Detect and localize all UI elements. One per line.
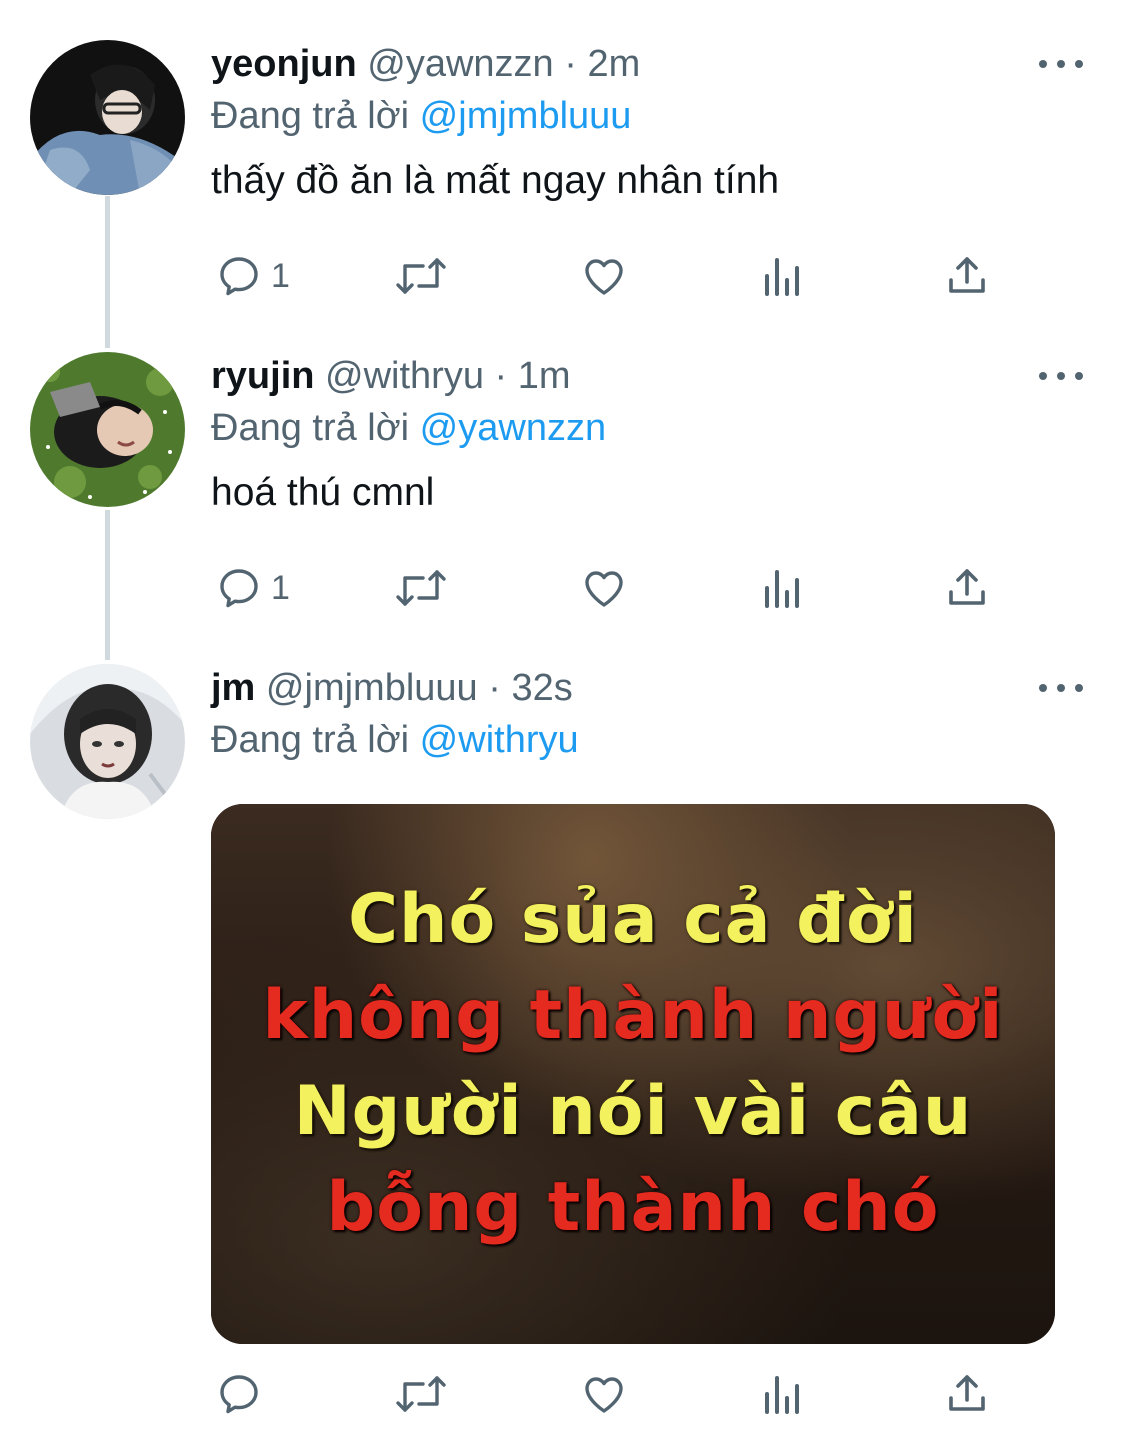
analytics-icon bbox=[765, 570, 799, 608]
avatar[interactable] bbox=[30, 40, 185, 195]
more-icon[interactable] bbox=[1039, 366, 1083, 386]
retweet-icon bbox=[396, 570, 446, 606]
tweet-media-image[interactable]: Chó sủa cả đời không thành người Người n… bbox=[211, 804, 1055, 1344]
like-button[interactable] bbox=[579, 248, 629, 304]
share-button[interactable] bbox=[943, 1366, 991, 1422]
separator: · bbox=[494, 355, 508, 397]
retweet-button[interactable] bbox=[393, 1366, 449, 1422]
tweet-actions bbox=[211, 1366, 1011, 1422]
timestamp[interactable]: 32s bbox=[511, 667, 572, 709]
reply-context: Đang trả lời @withryu bbox=[211, 716, 1055, 764]
reply-button[interactable]: 1 bbox=[215, 248, 290, 304]
comment-icon bbox=[220, 569, 258, 608]
display-name[interactable]: yeonjun bbox=[211, 43, 357, 85]
handle[interactable]: @yawnzzn bbox=[367, 43, 553, 85]
more-icon[interactable] bbox=[1039, 678, 1083, 698]
avatar[interactable] bbox=[30, 664, 185, 819]
comment-icon bbox=[220, 257, 258, 296]
media-caption-line: bỗng thành chó bbox=[326, 1168, 940, 1247]
reply-button[interactable] bbox=[215, 1366, 263, 1422]
reply-prefix: Đang trả lời bbox=[211, 95, 410, 137]
media-caption: Chó sủa cả đời không thành người Người n… bbox=[211, 872, 1055, 1256]
analytics-button[interactable] bbox=[761, 560, 805, 616]
retweet-button[interactable] bbox=[393, 248, 449, 304]
avatar-jm-image bbox=[30, 664, 185, 819]
display-name[interactable]: ryujin bbox=[211, 355, 314, 397]
separator: · bbox=[564, 43, 577, 85]
tweet-header: yeonjun @yawnzzn · 2m bbox=[211, 40, 1055, 88]
share-button[interactable] bbox=[943, 248, 991, 304]
separator: · bbox=[488, 667, 501, 709]
comment-icon bbox=[220, 1375, 258, 1414]
avatar[interactable] bbox=[30, 352, 185, 507]
tweet-text: hoá thú cmnl bbox=[211, 471, 435, 514]
timestamp[interactable]: 1m bbox=[518, 355, 571, 397]
analytics-icon bbox=[765, 1376, 799, 1414]
tweet-header: jm @jmjmbluuu · 32s bbox=[211, 664, 1055, 712]
share-icon bbox=[949, 1375, 985, 1411]
like-icon bbox=[585, 571, 623, 607]
reply-to-link[interactable]: @yawnzzn bbox=[420, 407, 606, 449]
retweet-icon bbox=[396, 1376, 446, 1412]
like-button[interactable] bbox=[579, 560, 629, 616]
reply-count: 1 bbox=[271, 568, 290, 607]
analytics-icon bbox=[765, 258, 799, 296]
tweet-text: thấy đồ ăn là mất ngay nhân tính bbox=[211, 159, 780, 202]
avatar-yeonjun-image bbox=[30, 40, 185, 195]
media-caption-line: Người nói vài câu bbox=[293, 1072, 973, 1151]
share-button[interactable] bbox=[943, 560, 991, 616]
media-caption-line: không thành người bbox=[262, 976, 1004, 1055]
more-icon[interactable] bbox=[1039, 54, 1083, 74]
reply-to-link[interactable]: @withryu bbox=[420, 719, 579, 761]
tweet-actions: 1 bbox=[211, 560, 1011, 616]
reply-to-link[interactable]: @jmjmbluuu bbox=[420, 95, 632, 137]
tweet-actions: 1 bbox=[211, 248, 1011, 304]
reply-prefix: Đang trả lời bbox=[211, 407, 410, 449]
retweet-icon bbox=[396, 258, 446, 294]
timestamp[interactable]: 2m bbox=[587, 43, 640, 85]
reply-prefix: Đang trả lời bbox=[211, 719, 410, 761]
tweet[interactable]: jm @jmjmbluuu · 32s Đang trả lời @withry… bbox=[0, 664, 1125, 819]
analytics-button[interactable] bbox=[761, 248, 805, 304]
reply-context: Đang trả lời @jmjmbluuu bbox=[211, 92, 1055, 140]
share-icon bbox=[949, 257, 985, 293]
retweet-button[interactable] bbox=[393, 560, 449, 616]
share-icon bbox=[949, 569, 985, 605]
display-name[interactable]: jm bbox=[211, 667, 255, 709]
avatar-ryujin-image bbox=[30, 352, 185, 507]
tweet-header: ryujin @withryu · 1m bbox=[211, 352, 1055, 400]
like-icon bbox=[585, 259, 623, 295]
reply-count: 1 bbox=[271, 256, 290, 295]
reply-context: Đang trả lời @yawnzzn bbox=[211, 404, 1055, 452]
like-button[interactable] bbox=[579, 1366, 629, 1422]
handle[interactable]: @jmjmbluuu bbox=[266, 667, 478, 709]
reply-button[interactable]: 1 bbox=[215, 560, 290, 616]
like-icon bbox=[585, 1377, 623, 1413]
media-caption-line: Chó sủa cả đời bbox=[348, 880, 918, 959]
analytics-button[interactable] bbox=[761, 1366, 805, 1422]
handle[interactable]: @withryu bbox=[325, 355, 484, 397]
